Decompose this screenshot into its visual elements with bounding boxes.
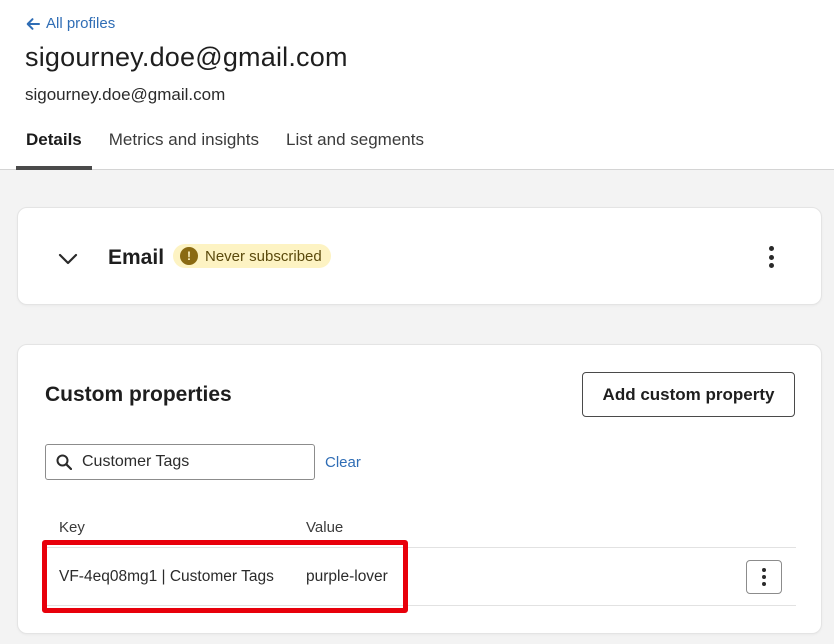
all-profiles-label: All profiles [46,15,116,32]
kebab-dot [762,582,766,586]
property-value: purple-lover [306,568,388,585]
profile-email: sigourney.doe@gmail.com [25,85,226,104]
status-badge-label: Never subscribed [205,247,322,265]
kebab-dot [768,254,774,260]
clear-search-link[interactable]: Clear [325,454,361,471]
kebab-dot [768,263,774,268]
tab-details[interactable]: Details [16,120,92,170]
chevron-down-icon[interactable] [56,246,80,270]
kebab-dot [768,246,774,251]
all-profiles-link[interactable]: All profiles [26,15,115,32]
property-key: VF-4eq08mg1 | Customer Tags [59,568,274,585]
status-badge: ! Never subscribed [173,244,331,268]
property-search-box[interactable] [45,444,315,480]
profile-header: All profiles sigourney.doe@gmail.com sig… [0,0,834,170]
row-more-menu-button[interactable] [746,560,782,594]
add-custom-property-button[interactable]: Add custom property [582,372,795,417]
kebab-dot [762,568,766,572]
search-input[interactable] [82,453,302,471]
tab-metrics-and-insights[interactable]: Metrics and insights [99,120,269,170]
arrow-left-icon [26,17,40,30]
email-section-title: Email [108,246,165,269]
page-title: sigourney.doe@gmail.com [25,42,348,72]
custom-properties-card: Custom properties Add custom property Cl… [17,344,822,634]
search-icon [56,454,72,470]
profile-tabs: Details Metrics and insights List and se… [16,120,434,170]
email-more-menu-icon[interactable] [761,244,781,270]
email-card: Email ! Never subscribed [17,207,822,305]
kebab-dot [762,575,766,579]
table-row: VF-4eq08mg1 | Customer Tags purple-lover [45,548,796,606]
tab-list-and-segments[interactable]: List and segments [276,120,434,170]
table-header: Key Value [45,518,796,548]
exclamation-icon: ! [180,247,198,265]
custom-properties-title: Custom properties [45,383,232,406]
column-header-value: Value [306,519,344,536]
column-header-key: Key [59,519,85,536]
